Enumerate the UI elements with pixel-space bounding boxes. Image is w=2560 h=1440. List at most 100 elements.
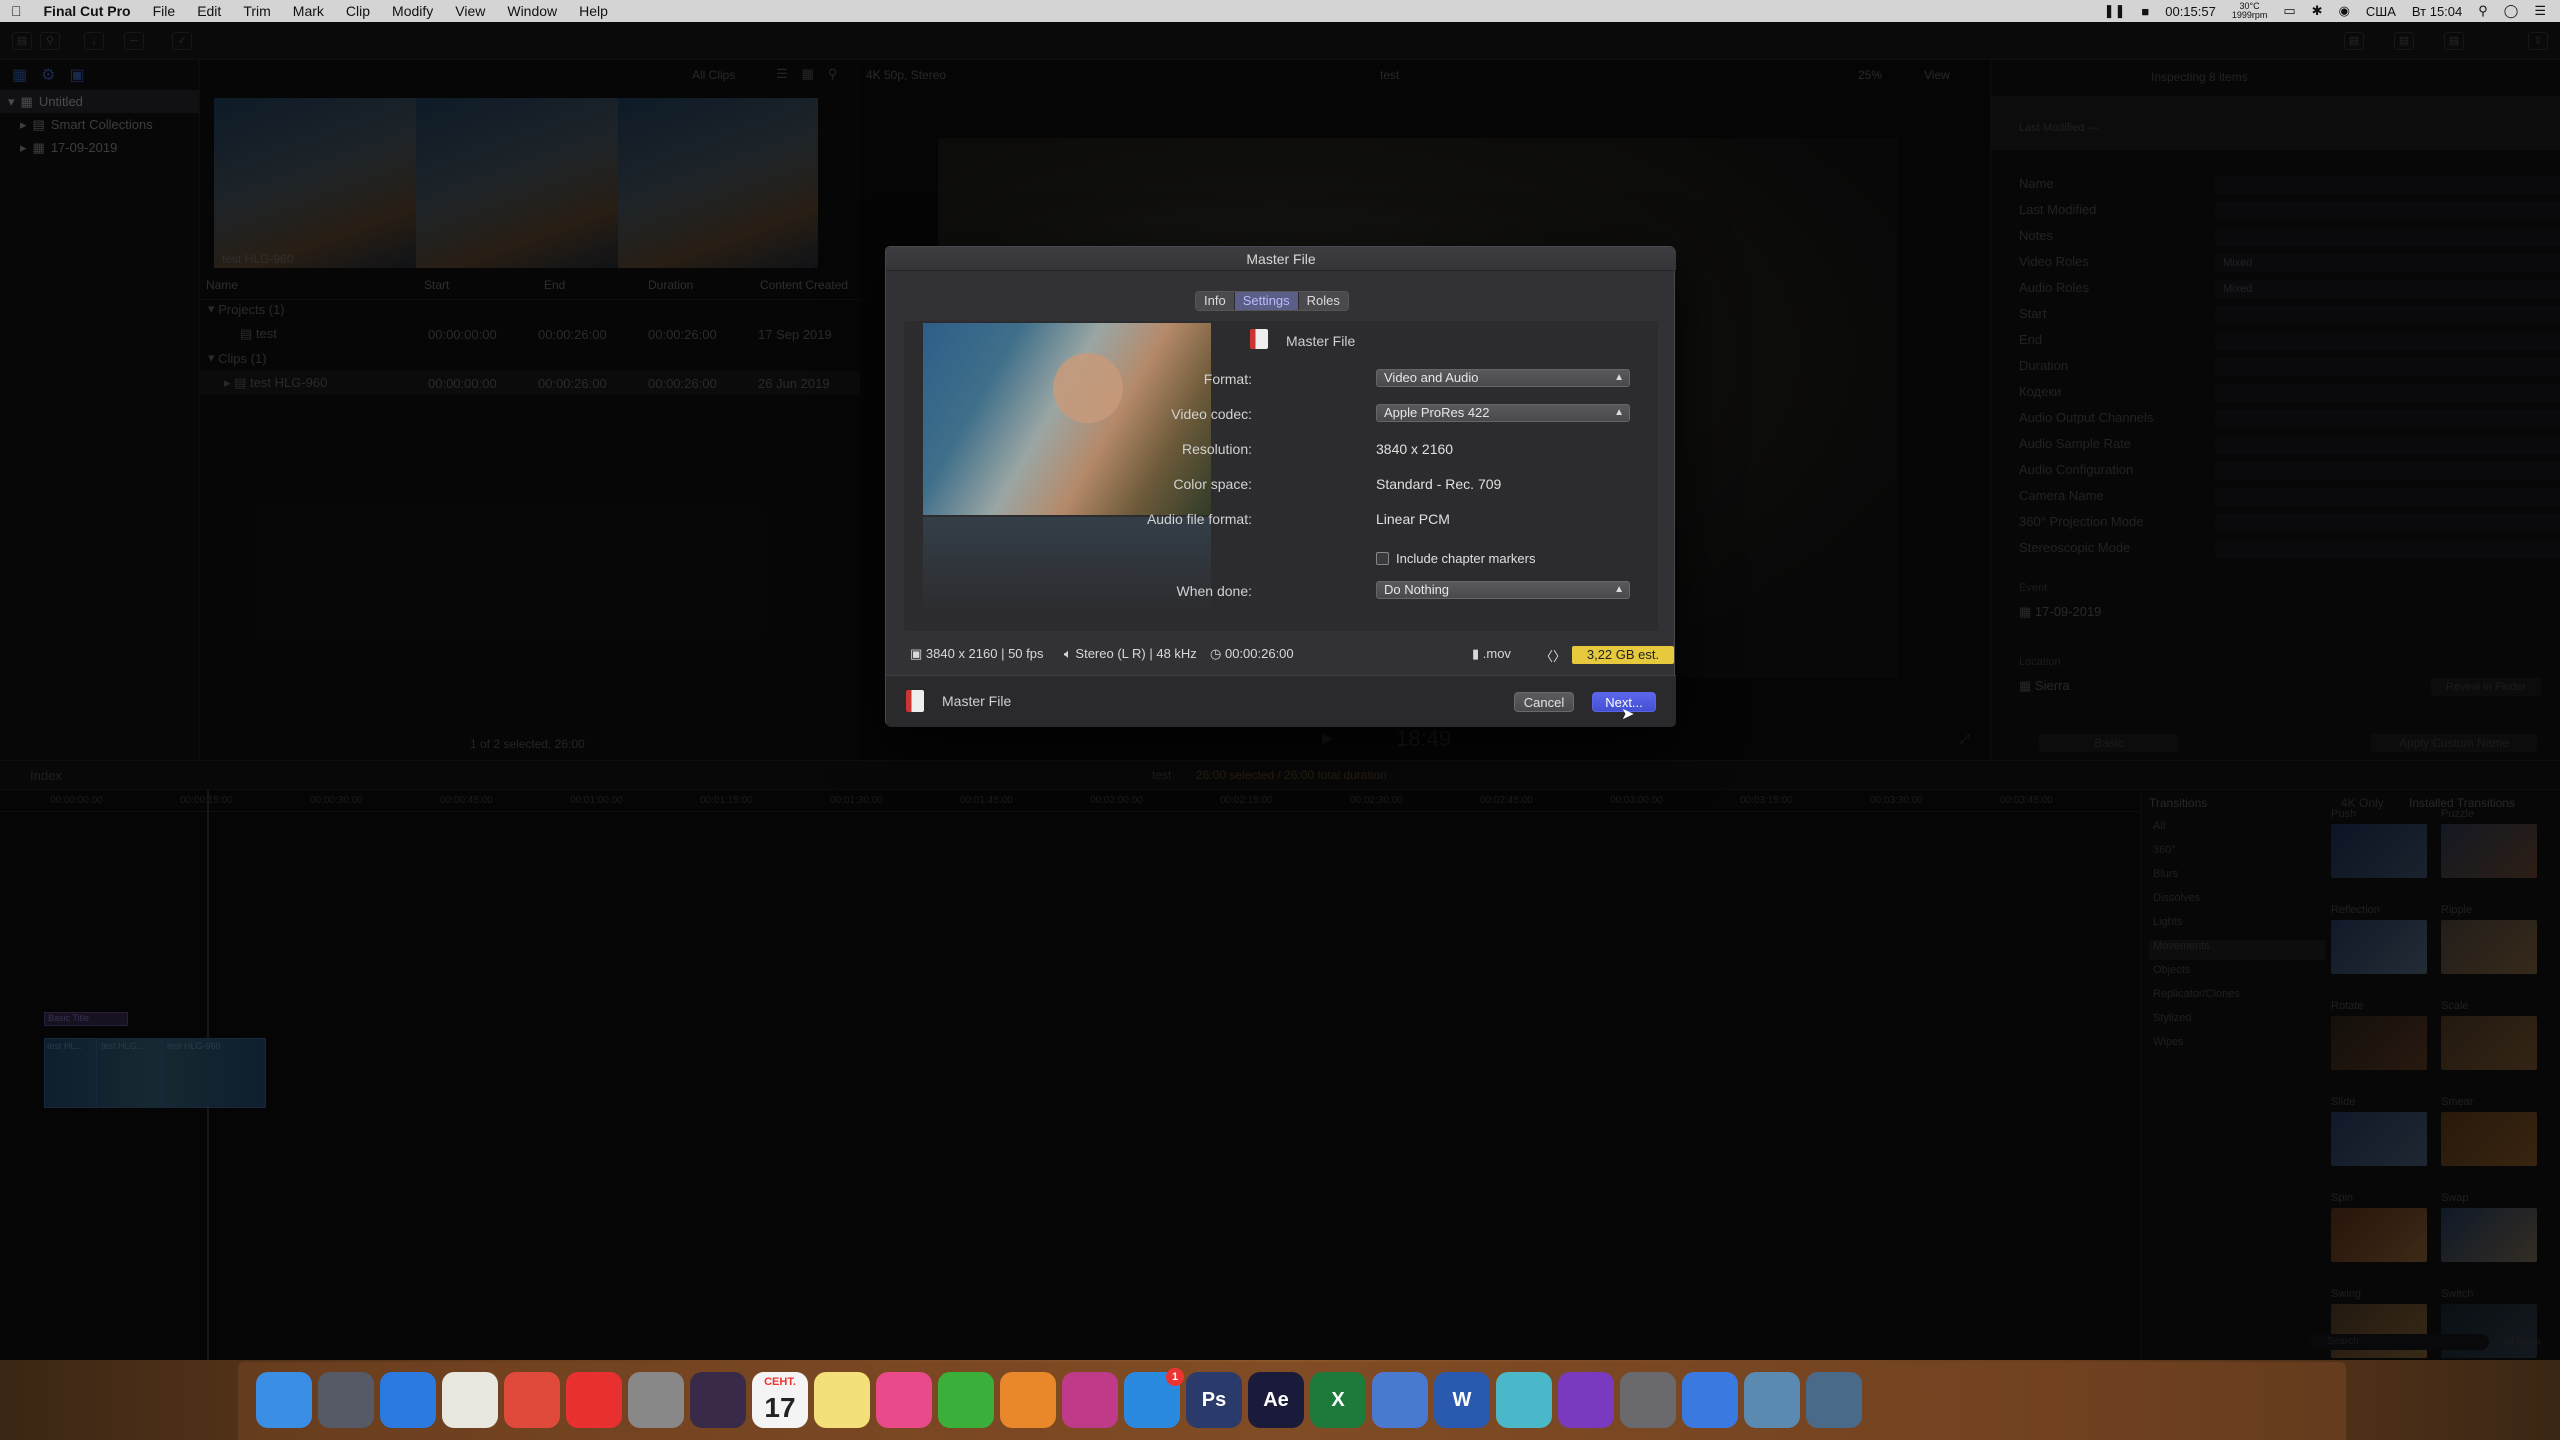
itunes-icon[interactable] (876, 1372, 932, 1428)
menu-trim[interactable]: Trim (232, 3, 281, 19)
master-file-dialog: Master File Info Settings Roles Master F… (885, 246, 1676, 727)
popup-arrows-icon: ▲︎ (1614, 407, 1624, 418)
temp-readout[interactable]: 30°C 1999rpm (2232, 2, 2268, 20)
migration-icon[interactable] (1744, 1372, 1800, 1428)
aftereffects-icon[interactable]: Ae (1248, 1372, 1304, 1428)
menu-mark[interactable]: Mark (282, 3, 335, 19)
destination-icon (1250, 329, 1268, 349)
siri-icon[interactable]: ◯ (2504, 3, 2519, 19)
menu-window[interactable]: Window (496, 3, 568, 19)
tab-info[interactable]: Info (1196, 292, 1235, 310)
estimated-size-badge: 3,22 GB est. (1572, 646, 1674, 664)
apple-menu-icon[interactable]:  (0, 3, 33, 19)
calendar-day: 17 (764, 1392, 796, 1423)
spotlight-icon[interactable]: ⚲ (2478, 3, 2488, 19)
resolution-summary: ▣ 3840 x 2160 | 50 fps (910, 646, 1044, 661)
excel-icon[interactable]: X (1310, 1372, 1366, 1428)
dialog-footer: Master File Cancel Next... ➤ (886, 675, 1676, 727)
mail-icon[interactable] (1682, 1372, 1738, 1428)
colorspace-value: Standard - Rec. 709 (1376, 476, 1502, 492)
input-source[interactable]: США (2366, 4, 2396, 19)
notification-center-icon[interactable]: ☰ (2534, 3, 2546, 19)
pause-icon[interactable]: ❚❚ (2104, 3, 2126, 19)
export-summary: ▣ 3840 x 2160 | 50 fps 🔈︎ Stereo (L R) |… (904, 643, 1674, 665)
when-done-popup[interactable]: Do Nothing ▲︎ (1376, 581, 1630, 599)
stop-icon[interactable]: ■ (2141, 4, 2149, 19)
audio-format-value: Linear PCM (1376, 511, 1450, 527)
clock[interactable]: Вт 15:04 (2412, 4, 2462, 19)
format-value: Video and Audio (1384, 370, 1479, 385)
photoshop-icon[interactable]: Ps (1186, 1372, 1242, 1428)
menu-bar:  Final Cut Pro File Edit Trim Mark Clip… (0, 0, 2560, 22)
when-done-label: When done: (1176, 583, 1253, 599)
ibooks-icon[interactable] (1000, 1372, 1056, 1428)
destination-name: Master File (1286, 333, 1356, 349)
menu-modify[interactable]: Modify (381, 3, 444, 19)
chrome-icon[interactable] (504, 1372, 560, 1428)
utorrent-icon[interactable] (938, 1372, 994, 1428)
menu-edit[interactable]: Edit (186, 3, 232, 19)
app-letter: X (1331, 1389, 1345, 1411)
tab-settings[interactable]: Settings (1234, 292, 1299, 310)
calculator-icon[interactable] (628, 1372, 684, 1428)
audio-summary: 🔈︎ Stereo (L R) | 48 kHz (1064, 646, 1197, 661)
cancel-button[interactable]: Cancel (1514, 692, 1574, 712)
bluetooth-icon[interactable]: ✱ (2312, 3, 2323, 19)
textedit-icon[interactable] (442, 1372, 498, 1428)
duration-summary: ◷ 00:00:26:00 (1210, 646, 1294, 661)
format-popup[interactable]: Video and Audio ▲︎ (1376, 369, 1630, 387)
launchpad-icon[interactable] (318, 1372, 374, 1428)
dock: СЕНТ. 17 1 Ps Ae X W (238, 1362, 2346, 1440)
when-done-value: Do Nothing (1384, 582, 1450, 597)
airplay-icon[interactable]: ▭ (2283, 3, 2295, 19)
codec-value: Apple ProRes 422 (1384, 405, 1490, 420)
notification-badge: 1 (1166, 1368, 1184, 1386)
notes-icon[interactable] (814, 1372, 870, 1428)
popup-arrows-icon: ▲︎ (1614, 584, 1624, 595)
instagram-icon[interactable] (1062, 1372, 1118, 1428)
menu-view[interactable]: View (444, 3, 496, 19)
fan-speed: 1999rpm (2231, 10, 2268, 20)
calendar-icon[interactable]: СЕНТ. 17 (752, 1372, 808, 1428)
preview-icon[interactable] (1806, 1372, 1862, 1428)
popup-arrows-icon: ▲︎ (1614, 372, 1624, 383)
preview-thumbnail (923, 323, 1211, 613)
dialog-tabs: Info Settings Roles (1195, 291, 1349, 311)
appstore-icon[interactable]: 1 (1124, 1368, 1184, 1428)
format-label: Format: (1203, 371, 1252, 387)
safari-icon[interactable] (380, 1372, 436, 1428)
atom-icon[interactable] (1496, 1372, 1552, 1428)
mouse-cursor-icon: ➤ (1621, 706, 1635, 723)
chapter-markers-label[interactable]: Include chapter markers (1396, 551, 1535, 566)
dialog-title: Master File (886, 247, 1676, 271)
app-letter: Ae (1263, 1389, 1289, 1411)
app-letter: W (1452, 1389, 1472, 1411)
file-extension-text: .mov (1482, 646, 1511, 661)
audio-format-label: Audio file format: (1146, 511, 1252, 527)
yandex-icon[interactable] (566, 1372, 622, 1428)
file-extension: ▮ .mov (1472, 646, 1511, 661)
menu-app-name[interactable]: Final Cut Pro (33, 3, 142, 19)
colorspace-label: Color space: (1173, 476, 1252, 492)
preferences-icon[interactable] (1620, 1372, 1676, 1428)
word-icon[interactable]: W (1434, 1372, 1490, 1428)
status-area: ❚❚ ■ 00:15:57 30°C 1999rpm ▭ ✱ ◉ США Вт 1… (2104, 2, 2560, 20)
finalcut-icon[interactable] (690, 1372, 746, 1428)
resolution-value: 3840 x 2160 (1376, 441, 1454, 457)
footer-destination-name: Master File (942, 693, 1012, 709)
codec-label: Video codec: (1171, 406, 1252, 422)
tab-roles[interactable]: Roles (1298, 292, 1348, 310)
menu-clip[interactable]: Clip (335, 3, 381, 19)
resolution-summary-text: 3840 x 2160 | 50 fps (925, 646, 1044, 661)
info-bubble-icon[interactable]: 〈〉 (1540, 646, 1566, 665)
finder-icon[interactable] (256, 1372, 312, 1428)
podcast-icon[interactable] (1558, 1372, 1614, 1428)
codec-popup[interactable]: Apple ProRes 422 ▲︎ (1376, 404, 1630, 422)
menu-help[interactable]: Help (568, 3, 619, 19)
status-timer[interactable]: 00:15:57 (2165, 4, 2216, 19)
menu-file[interactable]: File (142, 3, 187, 19)
files-icon[interactable] (1372, 1372, 1428, 1428)
master-file-icon (906, 690, 924, 712)
wifi-icon[interactable]: ◉ (2339, 3, 2350, 19)
chapter-markers-checkbox[interactable] (1376, 552, 1389, 565)
